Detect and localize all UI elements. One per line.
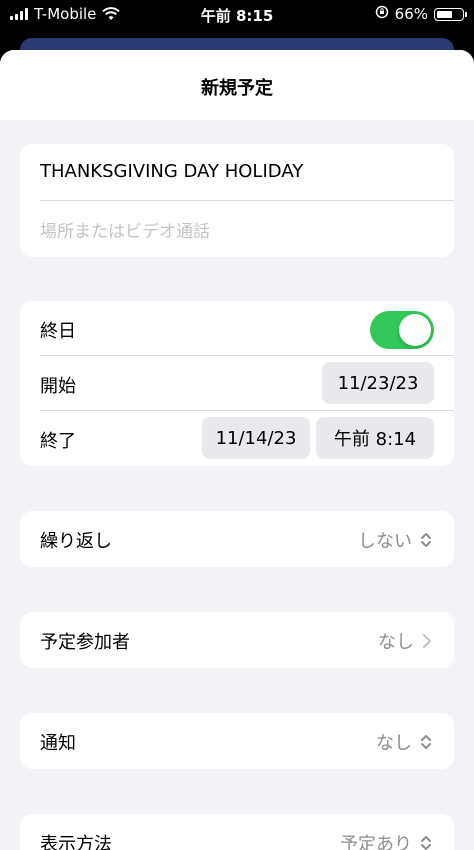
invitees-label: 予定参加者 <box>40 632 130 653</box>
chevron-right-icon <box>423 634 431 648</box>
end-label: 終了 <box>40 431 76 452</box>
orientation-lock-icon <box>375 5 389 23</box>
nav-bar: 新規予定 <box>0 50 474 120</box>
repeat-label: 繰り返し <box>40 531 112 552</box>
chevron-up-down-icon <box>421 836 431 850</box>
start-row: 開始 11/23/23 <box>20 356 454 411</box>
chevron-up-down-icon <box>421 735 431 749</box>
repeat-value: しない <box>358 531 412 552</box>
page-title: 新規予定 <box>201 78 273 99</box>
repeat-row[interactable]: 繰り返し しない <box>20 511 454 567</box>
end-row: 終了 11/14/23 午前 8:14 <box>20 411 454 466</box>
alert-row[interactable]: 通知 なし <box>20 713 454 769</box>
end-time-button[interactable]: 午前 8:14 <box>316 417 434 459</box>
location-input[interactable]: 場所またはビデオ通話 <box>40 217 210 242</box>
alert-value-wrap: なし <box>376 729 432 755</box>
status-bar: T-Mobile 午前 8:15 66% <box>0 0 474 28</box>
battery-percent: 66% <box>394 5 428 23</box>
show-as-label: 表示方法 <box>40 834 112 850</box>
show-as-row[interactable]: 表示方法 予定あり <box>20 814 454 850</box>
invitees-value-wrap: なし <box>378 628 432 654</box>
event-title-input[interactable]: THANKSGIVING DAY HOLIDAY <box>40 161 303 182</box>
show-as-value: 予定あり <box>340 834 412 850</box>
start-date-button[interactable]: 11/23/23 <box>322 362 434 404</box>
status-right: 66% <box>375 5 467 23</box>
new-event-sheet: 新規予定 THANKSGIVING DAY HOLIDAY 場所またはビデオ通話… <box>0 50 474 850</box>
repeat-value-wrap: しない <box>358 527 432 553</box>
date-group: 終日 開始 11/23/23 終了 11/14/23 午前 8:14 <box>20 301 454 466</box>
show-as-value-wrap: 予定あり <box>340 830 432 850</box>
alert-label: 通知 <box>40 733 76 754</box>
invitees-row[interactable]: 予定参加者 なし <box>20 612 454 668</box>
all-day-row: 終日 <box>20 301 454 356</box>
toggle-knob <box>399 314 431 346</box>
battery-icon <box>434 7 467 21</box>
divider <box>40 200 454 201</box>
all-day-label: 終日 <box>40 321 76 342</box>
title-location-group: THANKSGIVING DAY HOLIDAY 場所またはビデオ通話 <box>20 144 454 257</box>
end-date-button[interactable]: 11/14/23 <box>202 417 310 459</box>
alert-value: なし <box>376 733 412 754</box>
chevron-up-down-icon <box>421 533 431 547</box>
invitees-value: なし <box>378 632 414 653</box>
start-label: 開始 <box>40 376 76 397</box>
all-day-toggle[interactable] <box>370 311 434 349</box>
